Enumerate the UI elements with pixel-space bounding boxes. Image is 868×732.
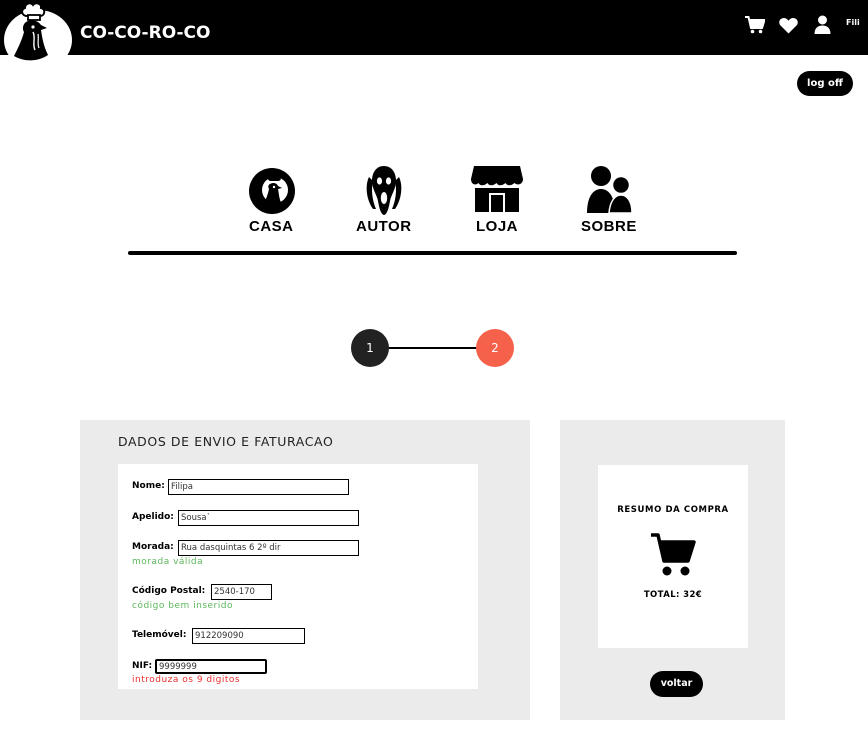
morada-label: Morada:: [132, 542, 174, 552]
brand-name[interactable]: CO-CO-RO-CO: [80, 23, 210, 43]
nif-error-message: introduza os 9 digitos: [132, 675, 241, 685]
shop-icon: [471, 166, 523, 212]
summary-total: TOTAL: 32€: [643, 590, 703, 600]
user-name[interactable]: Fili: [846, 18, 860, 27]
codigo-postal-input[interactable]: [211, 584, 272, 600]
nif-input[interactable]: [155, 659, 267, 674]
nome-label: Nome:: [132, 481, 165, 491]
form-card: [118, 464, 478, 689]
nav-label-loja: LOJA: [476, 218, 519, 235]
step-2-active[interactable]: 2: [476, 329, 514, 367]
rooster-logo-icon[interactable]: [0, 0, 74, 70]
nav-label-autor: AUTOR: [356, 218, 412, 235]
telemovel-label: Telemóvel:: [132, 630, 187, 640]
nav-item-autor[interactable]: AUTOR: [350, 165, 420, 235]
rooster-circle-icon: [249, 168, 295, 214]
nav-item-sobre[interactable]: SOBRE: [576, 165, 642, 235]
nif-label: NIF:: [132, 661, 153, 671]
summary-title: RESUMO DA COMPRA: [617, 505, 729, 515]
nome-input[interactable]: [168, 479, 349, 495]
morada-valid-message: morada válida: [132, 557, 204, 567]
cart-icon[interactable]: [745, 16, 766, 38]
heart-icon[interactable]: [779, 17, 798, 38]
nav-divider: [128, 251, 737, 255]
apelido-input[interactable]: [178, 510, 359, 526]
form-title: DADOS DE ENVIO E FATURACAO: [118, 434, 334, 449]
user-icon[interactable]: [814, 15, 831, 38]
nav-item-loja[interactable]: LOJA: [466, 165, 530, 235]
shopping-cart-icon: [650, 533, 696, 577]
telemovel-input[interactable]: [192, 628, 305, 644]
apelido-label: Apelido:: [132, 512, 174, 522]
morada-input[interactable]: [178, 540, 359, 556]
codigo-postal-valid-message: código bem inserido: [132, 601, 233, 611]
codigo-postal-label: Código Postal:: [132, 586, 206, 596]
step-connector: [385, 347, 480, 349]
nav-label-casa: CASA: [249, 218, 294, 235]
people-icon: [587, 166, 633, 214]
nav-item-casa[interactable]: CASA: [240, 165, 304, 235]
log-off-button[interactable]: log off: [797, 71, 853, 96]
nav-label-sobre: SOBRE: [581, 218, 637, 235]
step-1[interactable]: 1: [351, 329, 389, 367]
back-button[interactable]: voltar: [650, 671, 703, 697]
scream-face-icon: [366, 166, 402, 215]
